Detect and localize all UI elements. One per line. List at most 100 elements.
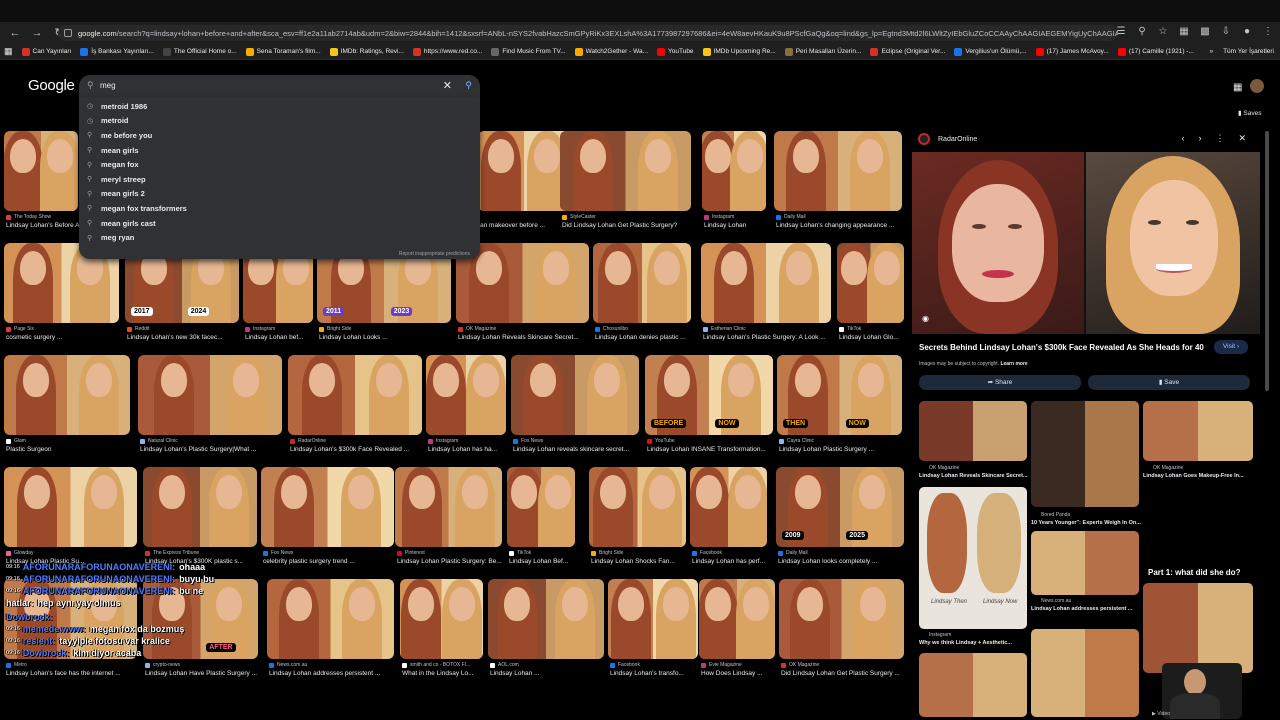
image-thumbnail[interactable] [426,355,506,435]
scrollbar[interactable] [1264,61,1270,720]
google-apps-icon[interactable]: ▦ [1233,82,1242,93]
related-caption[interactable]: Lindsay Lohan Goes Makeup-Free In... [1143,473,1244,479]
image-result-card[interactable]: Fox News celebrity plastic surgery trend … [261,467,394,579]
image-thumbnail[interactable] [699,579,775,659]
related-caption[interactable]: 10 Years Younger": Experts Weigh In On..… [1031,520,1141,526]
image-thumbnail[interactable] [690,467,767,547]
result-caption[interactable]: Lindsay Lohan's changing appearance ... [776,222,904,229]
extension-icon[interactable]: ▦ [1178,25,1190,39]
result-caption[interactable]: Lindsay Lohan ... [490,670,606,677]
suggestion-item[interactable]: ◷ metroid 1986 [79,99,480,114]
result-caption[interactable]: Lindsay Lohan's transfo... [610,670,700,677]
downloads-icon[interactable]: ⇩ [1220,25,1232,39]
scrollbar-thumb[interactable] [1265,131,1269,391]
report-predictions-link[interactable]: Report inappropriate predictions [399,251,470,257]
bookmark-5[interactable]: https://www.red.co... [412,47,482,56]
image-thumbnail[interactable]: BEFORE NOW [645,355,773,435]
image-result-card[interactable]: Instagram Lindsay Lohan bef... [243,243,313,355]
image-result-card[interactable]: OK Magazine Did Lindsay Lohan Get Plastic… [779,579,904,691]
image-result-card[interactable]: News.com.au Lindsay Lohan addresses persi… [267,579,394,691]
result-caption[interactable]: Lindsay Lohan INSANE Transformation... [647,446,775,453]
result-caption[interactable]: Lindsay Lohan Looks ... [319,334,453,341]
result-caption[interactable]: Lindsay Lohan reveals skincare secret... [513,446,641,453]
suggestion-item[interactable]: ⚲ megan fox [79,157,480,172]
translate-icon[interactable]: ☰ [1115,25,1127,39]
related-caption[interactable]: Lindsay Lohan Reveals Skincare Secret... [919,473,1028,479]
image-result-card[interactable]: Facebook Lindsay Lohan has perf... [690,467,767,579]
image-result-card[interactable]: 2009 2025 Daily Mail Lindsay Lohan looks co… [776,467,904,579]
result-caption[interactable]: Lindsay Lohan's $300k Face Revealed ... [290,446,424,453]
suggestion-item[interactable]: ⚲ me before you [79,128,480,143]
image-result-card[interactable]: Natural Clinic Lindsay Lohan's Plastic Su… [138,355,282,467]
result-caption[interactable]: Lindsay Lohan has ha... [428,446,508,453]
result-caption[interactable]: Did Lindsay Lohan Get Plastic Surgery ..… [781,670,906,677]
image-result-card[interactable]: Estherian Clinic Lindsay Lohan's Plastic … [701,243,831,355]
bookmark-7[interactable]: Watch2Gether - Wa... [574,47,648,56]
related-image[interactable]: Lindsay Then Lindsay Now [919,487,1027,629]
image-thumbnail[interactable]: THEN NOW [777,355,902,435]
search-box[interactable]: ⚲ meg ✕ ⚲ [79,75,480,97]
result-caption[interactable]: Lindsay Lohan Glo... [839,334,906,341]
related-image[interactable] [919,653,1027,717]
image-result-card[interactable]: Instagram Lindsay Lohan [702,131,766,243]
image-thumbnail[interactable] [478,131,570,211]
result-caption[interactable]: Lindsay Lohan's new 30k facec... [127,334,241,341]
result-caption[interactable]: Plastic Surgeon [6,446,132,453]
suggestion-item[interactable]: ⚲ meg ryan [79,230,480,245]
image-result-card[interactable]: The Today Show Lindsay Lohan's Before A..… [4,131,80,243]
related-image[interactable] [1031,401,1139,507]
image-result-card[interactable]: Chosunilbo Lindsay Lohan denies plastic .… [593,243,691,355]
search-submit-icon[interactable]: ⚲ [465,80,472,91]
image-result-card[interactable]: 2017 2024 Reddit Lindsay Lohan's new 30k fa… [125,243,239,355]
image-thumbnail[interactable] [702,131,766,211]
result-caption[interactable]: Lindsay Lohan has perf... [692,558,769,565]
suggestion-item[interactable]: ◷ metroid [79,114,480,129]
more-options-icon[interactable]: ⋮ [1215,133,1224,144]
result-caption[interactable]: celebrity plastic surgery trend ... [263,558,396,565]
image-thumbnail[interactable] [589,467,686,547]
profile-icon[interactable]: ● [1241,25,1253,39]
result-caption[interactable]: Lindsay Lohan bef... [245,334,315,341]
result-caption[interactable]: Lindsay Lohan Plastic Surgery: Be... [397,558,504,565]
menu-icon[interactable]: ⋮ [1262,25,1274,39]
image-thumbnail[interactable] [608,579,698,659]
image-thumbnail[interactable] [701,243,831,323]
clear-icon[interactable]: ✕ [443,79,452,92]
result-caption[interactable]: cosmetic surgery ... [6,334,121,341]
image-result-card[interactable]: Bright Side Lindsay Lohan Shocks Fan... [589,467,686,579]
bookmark-3[interactable]: Sena Toraman's film... [245,47,321,56]
image-result-card[interactable]: Instagram Lindsay Lohan has ha... [426,355,506,467]
image-result-card[interactable]: Evie Magazine How Does Lindsay ... [699,579,775,691]
related-image[interactable] [1143,583,1253,673]
image-result-card[interactable]: Page Six cosmetic surgery ... [4,243,119,355]
suggestion-item[interactable]: ⚲ mean girls 2 [79,187,480,202]
result-caption[interactable]: Lindsay Lohan's Plastic Surgery: A Look … [703,334,833,341]
preview-image[interactable]: ◉ [912,152,1260,334]
image-thumbnail[interactable] [138,355,282,435]
suggestion-item[interactable]: ⚲ megan fox transformers [79,201,480,216]
bookmark-13[interactable]: (17) James McAvoy... [1035,47,1109,56]
image-thumbnail[interactable] [593,243,691,323]
result-caption[interactable]: Lindsay Lohan's Plastic Surgery|What ... [140,446,284,453]
result-caption[interactable]: Lindsay Lohan looks completely ... [778,558,906,565]
bookmark-11[interactable]: Eclipse (Original Ver... [870,47,945,56]
result-caption[interactable]: Lindsay Lohan Reveals Skincare Secret... [458,334,591,341]
result-caption[interactable]: How Does Lindsay ... [701,670,777,677]
image-thumbnail[interactable] [507,467,575,547]
image-result-card[interactable]: Fox News Lindsay Lohan reveals skincare s… [511,355,639,467]
account-avatar[interactable] [1250,79,1264,93]
result-caption[interactable]: Did Lindsay Lohan Get Plastic Surgery? [562,222,693,229]
image-thumbnail[interactable] [4,355,130,435]
next-arrow-icon[interactable]: › [1198,133,1201,144]
image-result-card[interactable]: StyleCaster Did Lindsay Lohan Get Plastic… [560,131,691,243]
result-caption[interactable]: What in the Lindsay Lo... [402,670,485,677]
image-thumbnail[interactable] [143,467,257,547]
panel-source[interactable]: RadarOnline [918,133,977,145]
result-caption[interactable]: Lindsay Lohan addresses persistent ... [269,670,396,677]
bookmark-4[interactable]: IMDb: Ratings, Revi... [329,47,404,56]
image-thumbnail[interactable] [400,579,483,659]
all-bookmarks-folder[interactable]: Tüm Yer İşaretleri [1223,48,1274,55]
bookmark-8[interactable]: YouTube [657,47,694,56]
suggestion-item[interactable]: ⚲ mean girls cast [79,216,480,231]
close-icon[interactable]: ✕ [1238,133,1246,144]
